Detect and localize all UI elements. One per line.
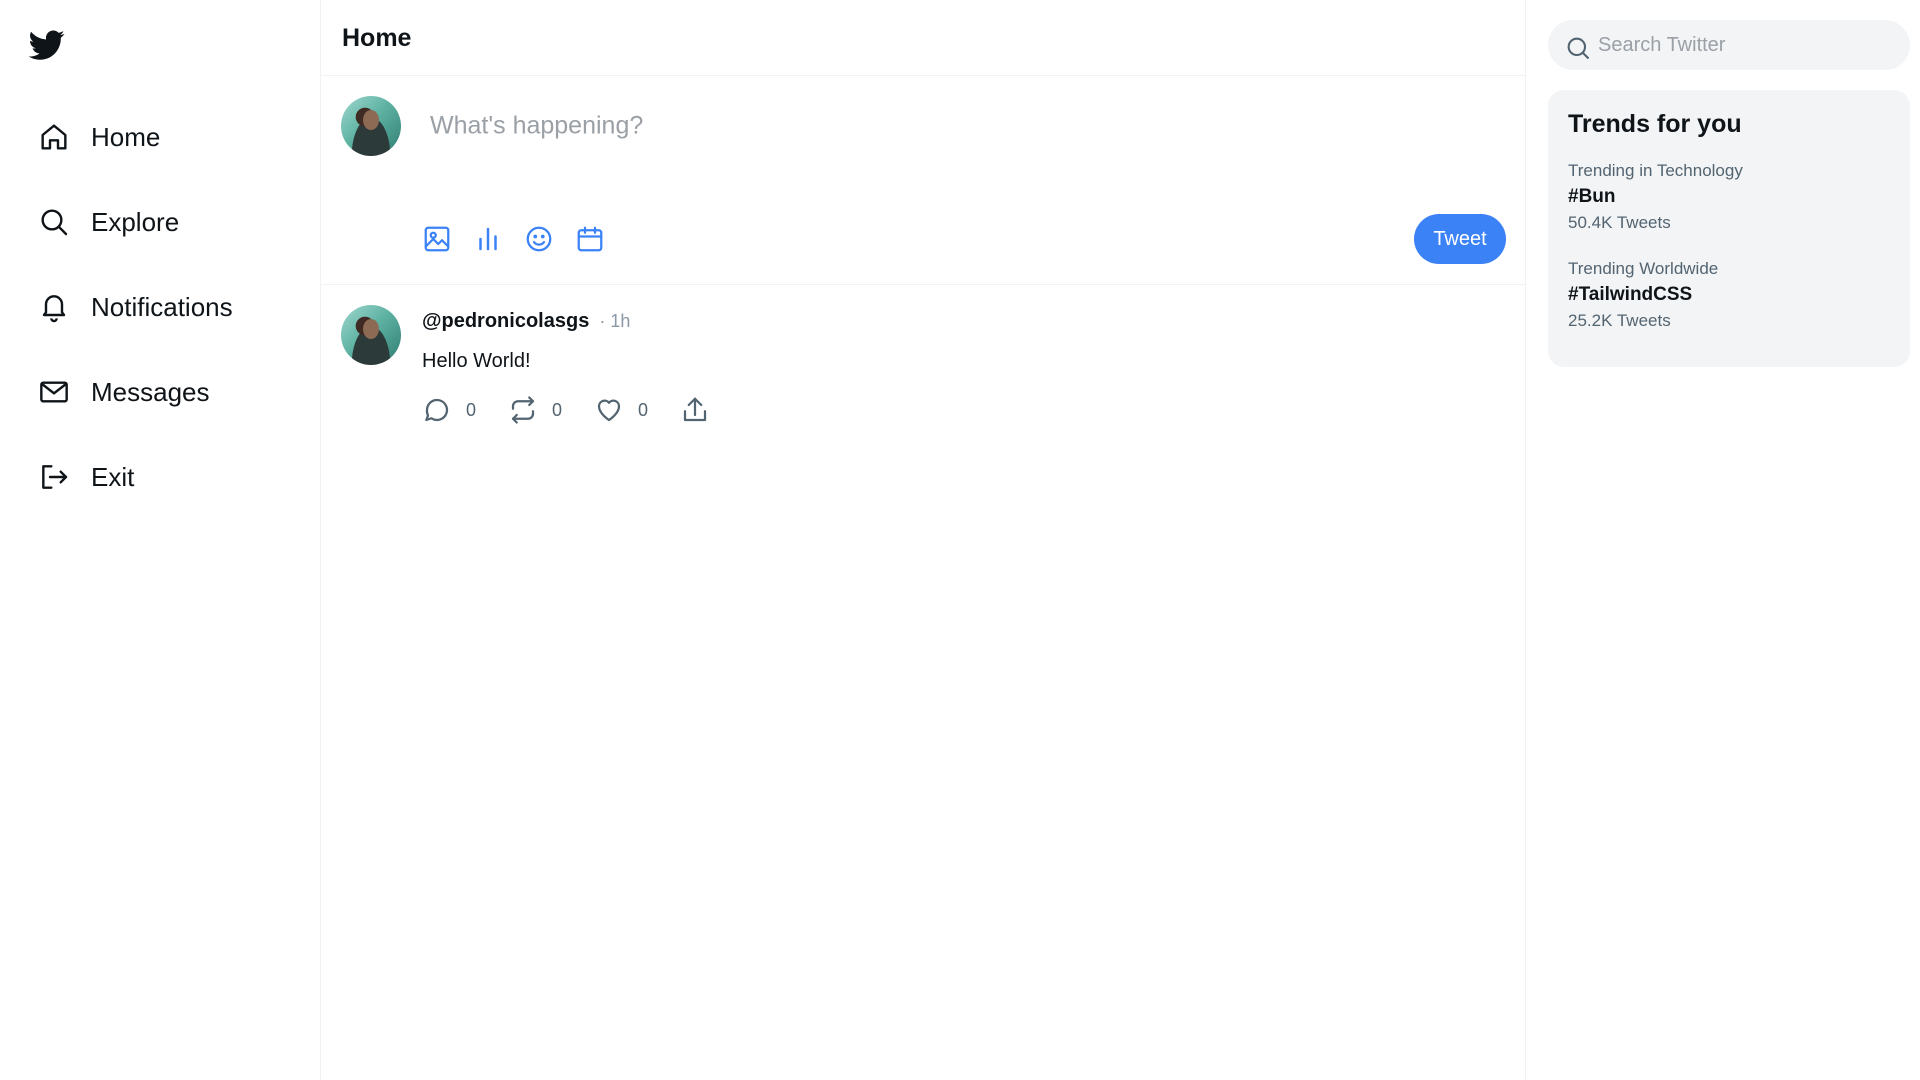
post-text: Hello World!: [422, 350, 531, 372]
sidebar-item-label: Home: [91, 121, 161, 152]
reply-icon: [425, 398, 449, 422]
sidebar-item-home[interactable]: Home: [38, 120, 233, 154]
like-button[interactable]: 0: [594, 395, 680, 425]
retweet-icon: [511, 396, 535, 424]
image-icon[interactable]: [422, 224, 452, 254]
search-input[interactable]: [1598, 20, 1898, 70]
like-count: 0: [638, 399, 649, 420]
sidebar-item-notifications[interactable]: Notifications: [38, 290, 233, 324]
post-header: @pedronicolasgs · 1h: [422, 310, 630, 333]
sidebar: Home Explore Notifications Messages Exit: [0, 0, 320, 1080]
sidebar-item-label: Explore: [91, 206, 180, 237]
sidebar-nav: Home Explore Notifications Messages Exit: [38, 120, 233, 545]
heart-icon: [597, 399, 621, 422]
sidebar-item-exit[interactable]: Exit: [38, 460, 233, 494]
tweet-input[interactable]: [430, 111, 1430, 141]
sidebar-item-messages[interactable]: Messages: [38, 375, 233, 409]
search-icon: [41, 209, 68, 236]
sidebar-item-label: Notifications: [91, 291, 233, 322]
trend-context: Trending Worldwide: [1568, 259, 1719, 278]
trend-count: 25.2K Tweets: [1568, 311, 1671, 330]
post-timestamp: · 1h: [599, 311, 631, 331]
trend-hashtag: #TailwindCSS: [1568, 284, 1693, 305]
tweet-button[interactable]: Tweet: [1414, 214, 1506, 264]
reply-count: 0: [466, 399, 477, 420]
sidebar-item-label: Exit: [91, 461, 135, 492]
mail-icon: [40, 381, 68, 403]
sidebar-item-label: Messages: [91, 376, 210, 407]
twitter-bird-icon[interactable]: [27, 27, 67, 63]
home-icon: [41, 124, 67, 150]
trends-panel: Trends for you Trending in Technology #B…: [1548, 90, 1910, 367]
share-icon: [683, 397, 707, 422]
retweet-button[interactable]: 0: [508, 395, 594, 425]
sidebar-item-explore[interactable]: Explore: [38, 205, 233, 239]
composer-toolbar: [422, 224, 605, 254]
trend-item[interactable]: Trending in Technology #Bun 50.4K Tweets: [1568, 159, 1890, 235]
poll-icon[interactable]: [473, 224, 503, 254]
post-username[interactable]: @pedronicolasgs: [422, 310, 589, 333]
schedule-icon[interactable]: [575, 224, 605, 254]
trend-count: 50.4K Tweets: [1568, 213, 1671, 232]
trend-hashtag: #Bun: [1568, 186, 1616, 207]
retweet-count: 0: [552, 399, 563, 420]
search-bar[interactable]: [1548, 20, 1910, 70]
post-actions: 0 0 0: [422, 395, 766, 425]
timeline-header: Home: [321, 0, 1525, 76]
trend-context: Trending in Technology: [1568, 161, 1743, 180]
trends-title: Trends for you: [1568, 110, 1742, 138]
bell-icon: [42, 295, 66, 323]
share-button[interactable]: [680, 395, 766, 425]
main-timeline: Home: [320, 0, 1526, 1080]
trend-item[interactable]: Trending Worldwide #TailwindCSS 25.2K Tw…: [1568, 257, 1890, 333]
search-icon: [1567, 37, 1589, 59]
logout-icon: [42, 465, 68, 489]
emoji-icon[interactable]: [524, 224, 554, 254]
reply-button[interactable]: 0: [422, 395, 508, 425]
page-title: Home: [342, 24, 412, 52]
avatar[interactable]: [341, 305, 401, 365]
avatar[interactable]: [341, 96, 401, 156]
